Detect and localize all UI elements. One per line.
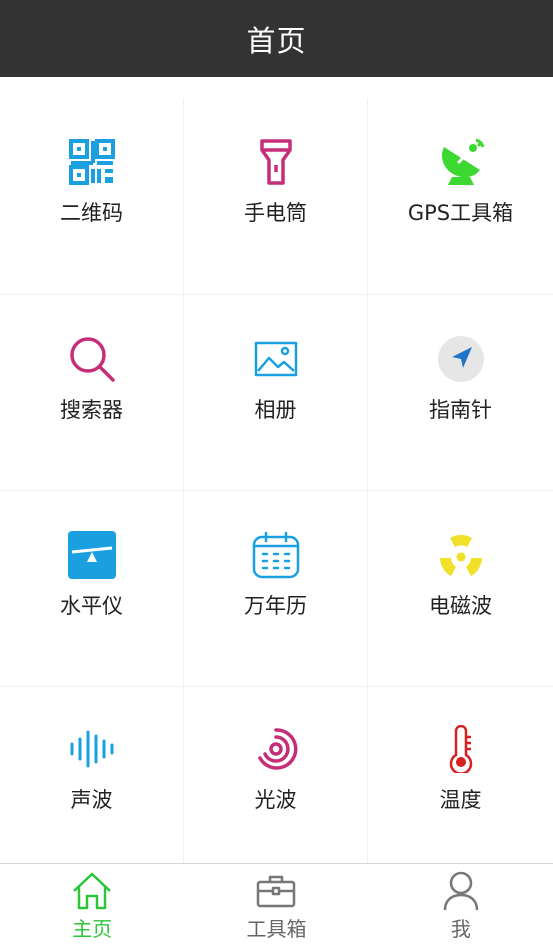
user-icon [443, 870, 479, 912]
sound-wave-icon [66, 723, 118, 775]
bottom-navigation: 主页 工具箱 我 [0, 863, 553, 944]
tool-level[interactable]: 水平仪 [0, 491, 184, 687]
tool-flashlight[interactable]: 手电筒 [184, 98, 368, 295]
tool-label: 声波 [70, 788, 113, 812]
tool-label: 相册 [254, 398, 297, 422]
nav-toolbox[interactable]: 工具箱 [184, 864, 368, 944]
tool-label: 万年历 [244, 594, 307, 618]
calendar-icon [250, 529, 302, 581]
tool-electromagnetic-wave[interactable]: 电磁波 [368, 491, 553, 687]
flashlight-icon [250, 136, 302, 188]
tool-light-wave[interactable]: 光波 [184, 687, 368, 863]
tool-gps-toolbox[interactable]: GPS工具箱 [368, 98, 553, 295]
tool-qr-code[interactable]: 二维码 [0, 98, 184, 295]
thermometer-icon [435, 723, 487, 775]
satellite-dish-icon [435, 136, 487, 188]
radiation-icon [435, 529, 487, 581]
app-header: 首页 [0, 0, 553, 77]
tool-label: 手电筒 [244, 201, 307, 225]
tool-label: 电磁波 [429, 594, 492, 618]
tool-sound-wave[interactable]: 声波 [0, 687, 184, 863]
tool-label: GPS工具箱 [407, 201, 514, 225]
photo-album-icon [250, 333, 302, 385]
tool-temperature[interactable]: 温度 [368, 687, 553, 863]
level-icon [66, 529, 118, 581]
home-icon [72, 870, 112, 912]
qr-code-icon [66, 136, 118, 188]
nav-label: 我 [450, 917, 471, 941]
light-wave-icon [250, 723, 302, 775]
search-icon [66, 333, 118, 385]
tool-label: 温度 [439, 788, 482, 812]
tool-photo-album[interactable]: 相册 [184, 295, 368, 491]
tool-search[interactable]: 搜索器 [0, 295, 184, 491]
tool-label: 搜索器 [60, 398, 123, 422]
tool-label: 指南针 [429, 398, 492, 422]
tool-label: 光波 [254, 788, 297, 812]
nav-label: 主页 [72, 917, 113, 941]
compass-icon [435, 333, 487, 385]
nav-label: 工具箱 [246, 917, 307, 941]
tool-calendar[interactable]: 万年历 [184, 491, 368, 687]
tools-grid: 二维码 手电筒 GPS工具箱 搜索器 相册 指南针 水平仪 万年历 电磁波 声波… [0, 98, 553, 863]
nav-me[interactable]: 我 [369, 864, 553, 944]
nav-home[interactable]: 主页 [0, 864, 184, 944]
toolbox-icon [256, 870, 296, 912]
page-title: 首页 [246, 23, 307, 58]
tool-compass[interactable]: 指南针 [368, 295, 553, 491]
tool-label: 水平仪 [60, 594, 123, 618]
tool-label: 二维码 [60, 201, 123, 225]
